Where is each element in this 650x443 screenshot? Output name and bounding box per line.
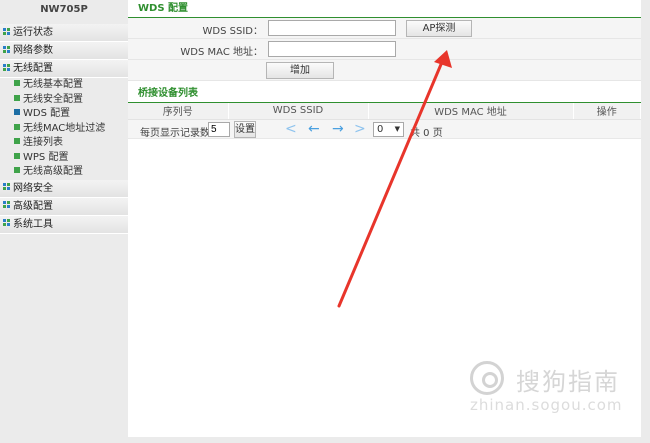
- wds-ssid-input[interactable]: [268, 20, 396, 36]
- sidebar-item-wireless-security[interactable]: 无线安全配置: [0, 93, 128, 108]
- total-pages-text: 共 0 页: [410, 127, 443, 139]
- wds-config-title: WDS 配置: [128, 0, 641, 18]
- column-header-serial: 序列号: [128, 103, 229, 120]
- bridge-device-table: 序列号 WDS SSID WDS MAC 地址 操作: [128, 103, 641, 120]
- add-row: 增加: [128, 60, 641, 81]
- sidebar-item-label: 连接列表: [23, 137, 63, 148]
- next-page-icon[interactable]: →: [332, 121, 344, 137]
- add-button[interactable]: 增加: [266, 62, 334, 79]
- sidebar-item-label: 无线基本配置: [23, 79, 83, 90]
- sidebar: NW705P 运行状态 网络参数 无线配置 无线基本配置 无线安全配置 WDS …: [0, 0, 128, 443]
- first-page-icon[interactable]: <: [285, 121, 297, 137]
- sidebar-item-label: 无线MAC地址过滤: [23, 122, 106, 134]
- watermark-url: zhinan.sogou.com: [470, 396, 623, 414]
- wds-mac-label: WDS MAC 地址：: [180, 47, 263, 58]
- bullet-icon: [14, 138, 20, 144]
- grid-icon: [3, 45, 11, 53]
- sidebar-item-wds-config[interactable]: WDS 配置: [0, 107, 128, 122]
- bullet-icon: [14, 152, 20, 159]
- nav-group-run-status[interactable]: 运行状态: [0, 24, 128, 42]
- page-select[interactable]: 0 ▼: [373, 121, 404, 137]
- bullet-icon: [14, 167, 20, 173]
- wds-mac-input[interactable]: [268, 41, 396, 57]
- nav-group-advanced-config[interactable]: 高级配置: [0, 197, 128, 216]
- wds-mac-row: WDS MAC 地址：: [128, 39, 641, 60]
- sidebar-item-mac-filter[interactable]: 无线MAC地址过滤: [0, 122, 128, 137]
- column-header-wds-mac: WDS MAC 地址: [368, 103, 574, 120]
- bullet-icon: [14, 123, 20, 130]
- grid-icon: [3, 201, 11, 208]
- ap-scan-button[interactable]: AP探测: [406, 20, 472, 37]
- set-page-size-button[interactable]: 设置: [234, 120, 256, 138]
- prev-page-icon[interactable]: ←: [308, 121, 320, 137]
- grid-icon: [3, 63, 11, 71]
- sidebar-item-wireless-basic[interactable]: 无线基本配置: [0, 78, 128, 93]
- device-model-title: NW705P: [40, 4, 88, 15]
- records-per-page-label: 每页显示记录数: [140, 127, 210, 139]
- nav-group-network-security[interactable]: 网络安全: [0, 179, 128, 198]
- nav-group-label: 网络参数: [13, 45, 53, 56]
- nav-group-label: 系统工具: [13, 218, 53, 230]
- column-header-wds-ssid: WDS SSID: [228, 103, 369, 120]
- pagination-bar: 每页显示记录数 设置 < ← → > 0▼ 共 0 页: [128, 119, 641, 139]
- bullet-icon: [14, 109, 20, 115]
- nav-group-label: 运行状态: [13, 27, 53, 38]
- sidebar-item-wireless-advanced[interactable]: 无线高级配置: [0, 165, 128, 180]
- chevron-down-icon: ▼: [394, 124, 400, 133]
- grid-icon: [3, 219, 11, 226]
- watermark-brand-text: 搜狗指南: [516, 368, 620, 396]
- wds-ssid-label: WDS SSID：: [202, 26, 263, 37]
- bullet-icon: [14, 94, 20, 101]
- sidebar-item-label: WDS 配置: [23, 108, 71, 119]
- grid-icon: [3, 27, 11, 35]
- nav-group-label: 网络安全: [13, 182, 53, 194]
- sogou-logo-icon: [470, 361, 504, 395]
- bullet-icon: [14, 80, 20, 86]
- records-per-page-input[interactable]: [208, 121, 230, 137]
- sidebar-item-label: WPS 配置: [23, 151, 69, 163]
- grid-icon: [3, 183, 11, 190]
- nav-group-system-tools[interactable]: 系统工具: [0, 215, 128, 234]
- sidebar-item-wps-config[interactable]: WPS 配置: [0, 151, 128, 166]
- wds-ssid-row: WDS SSID： AP探测: [128, 18, 641, 39]
- column-header-action: 操作: [573, 103, 641, 120]
- nav-group-label: 无线配置: [13, 63, 53, 74]
- bridge-list-title: 桥接设备列表: [128, 85, 641, 103]
- sidebar-item-label: 无线安全配置: [23, 93, 83, 105]
- sidebar-item-label: 无线高级配置: [23, 166, 83, 177]
- nav-group-wireless-config[interactable]: 无线配置: [0, 60, 128, 78]
- table-header-row: 序列号 WDS SSID WDS MAC 地址 操作: [128, 103, 641, 120]
- nav-group-network-params[interactable]: 网络参数: [0, 42, 128, 60]
- last-page-icon[interactable]: >: [354, 121, 366, 137]
- nav-group-label: 高级配置: [13, 200, 53, 212]
- sidebar-item-connection-list[interactable]: 连接列表: [0, 136, 128, 151]
- page-select-value: 0: [377, 123, 384, 135]
